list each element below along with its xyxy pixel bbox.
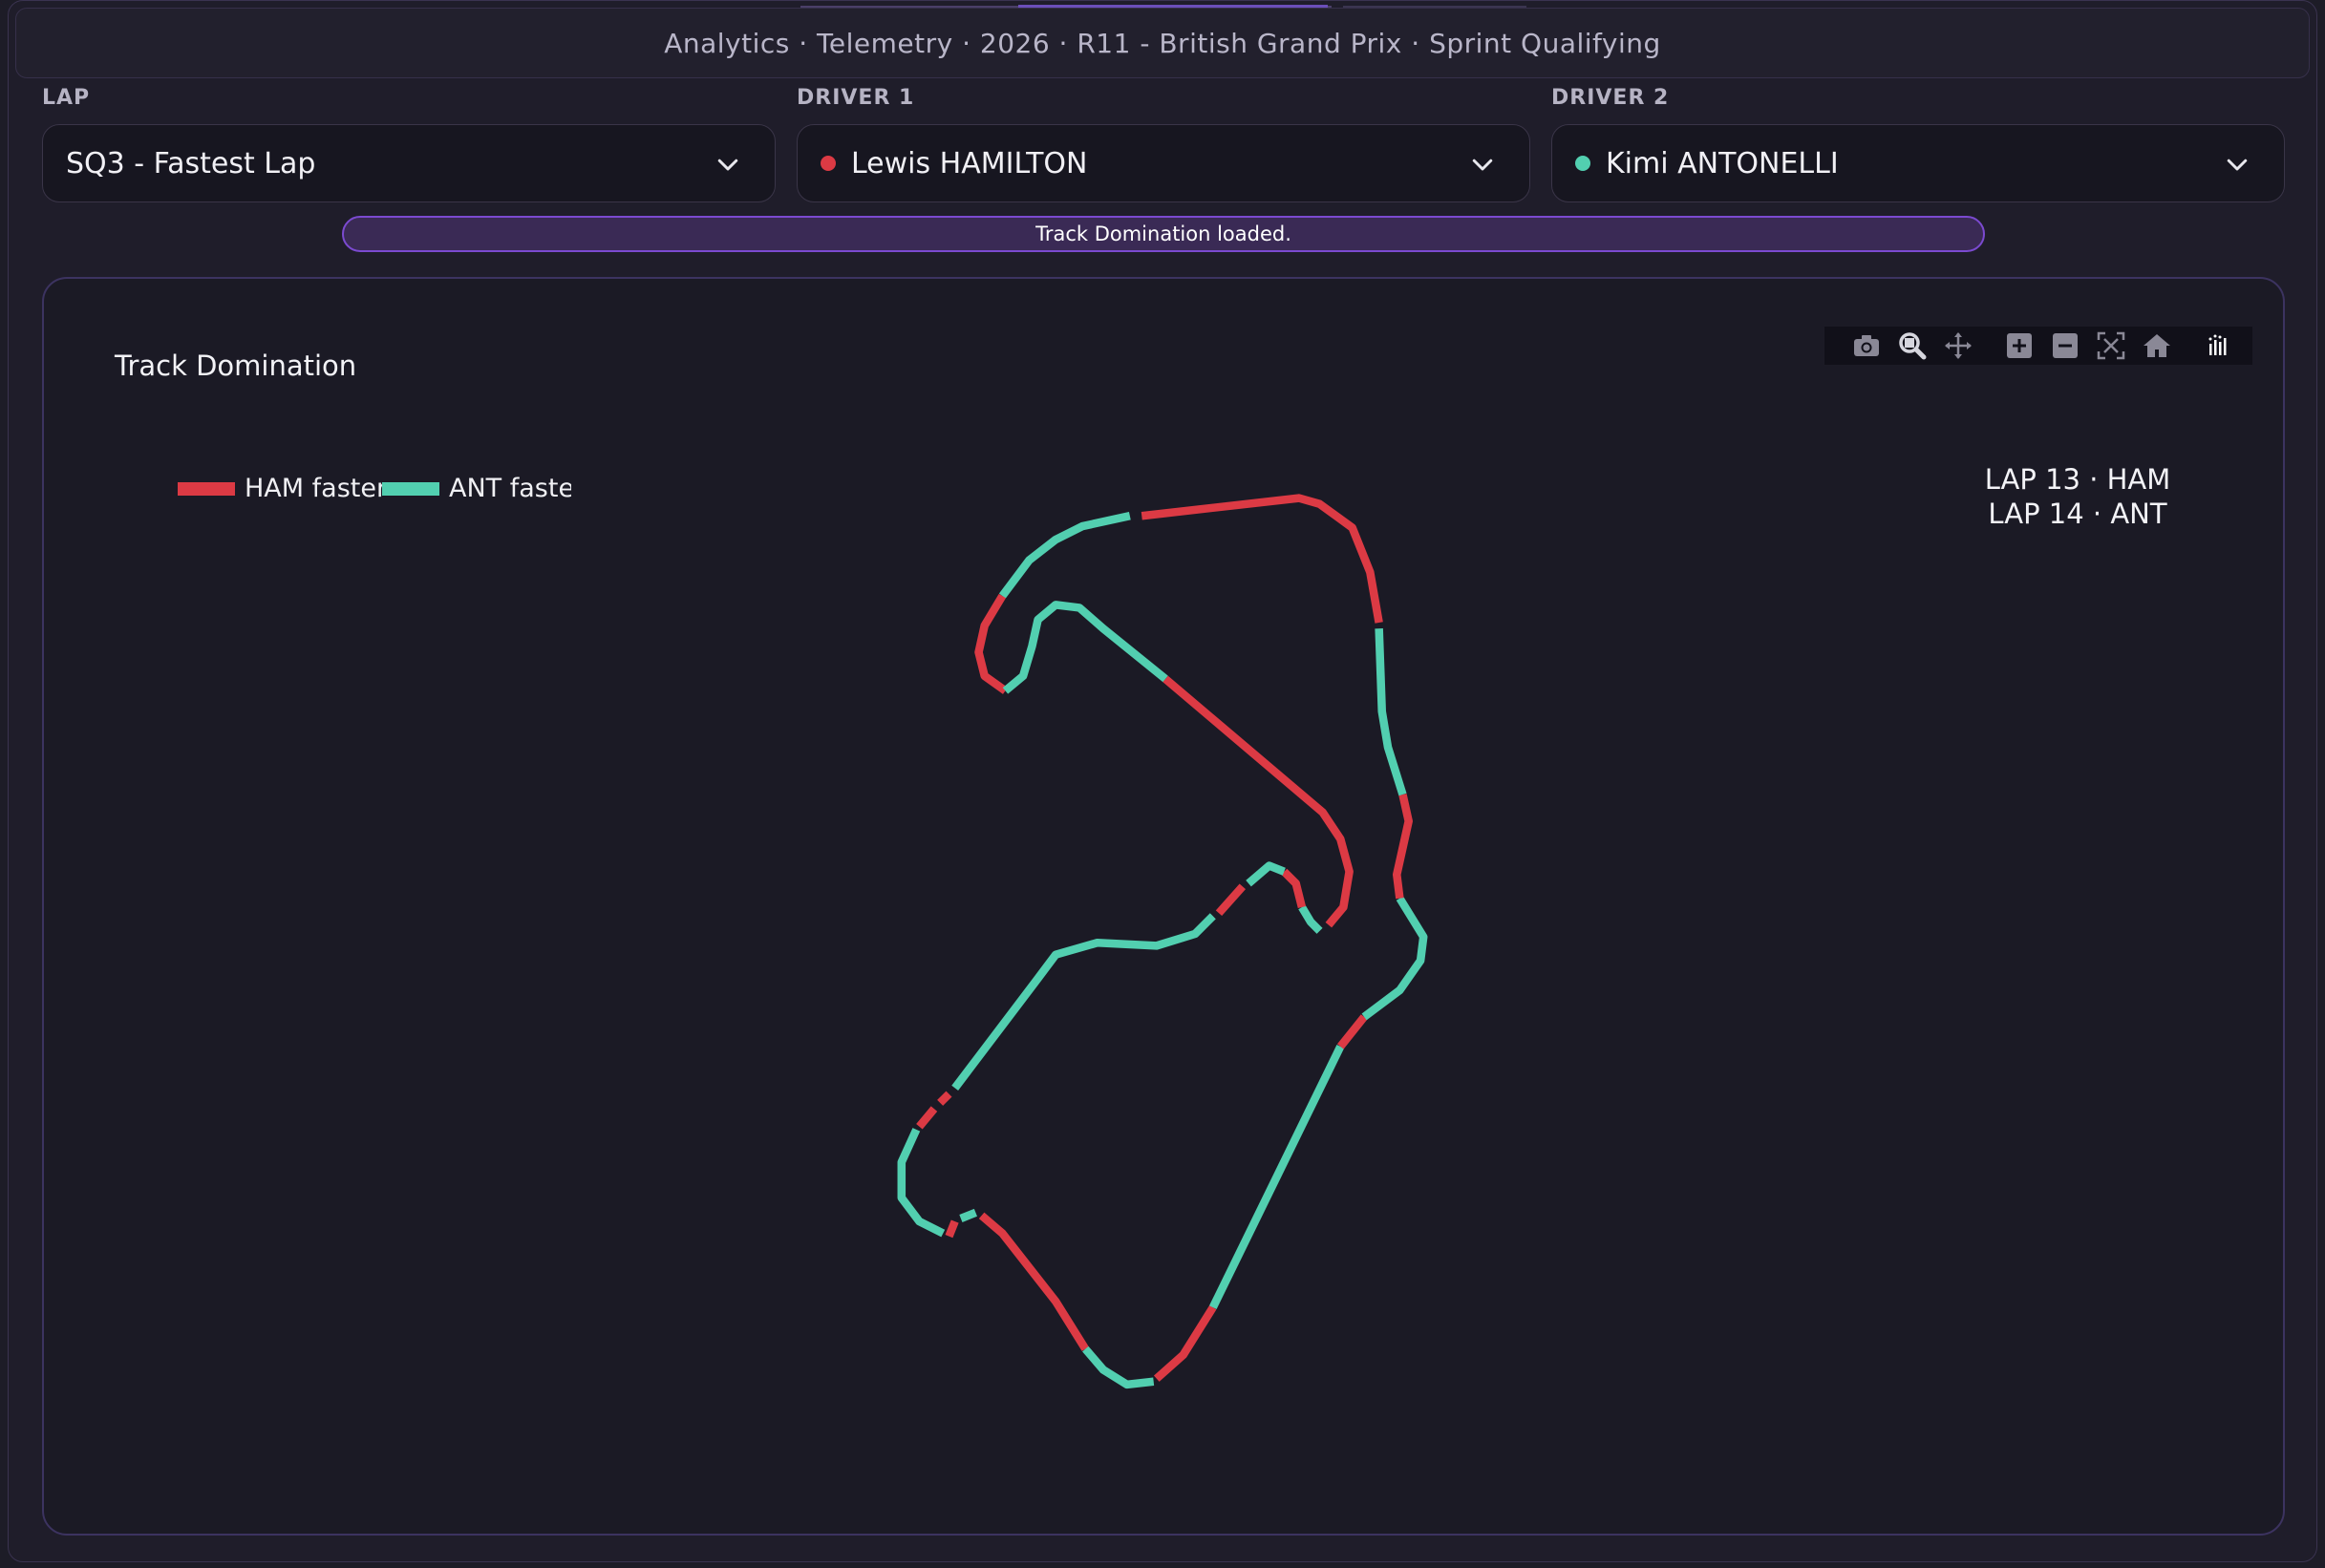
track-segment-ham[interactable]	[1392, 794, 1413, 900]
track-segment-ham[interactable]	[1281, 868, 1307, 909]
track-segment-ham[interactable]	[1141, 494, 1383, 624]
track-segment-ham[interactable]	[1215, 883, 1247, 917]
track-segment-ant[interactable]	[1208, 1045, 1345, 1310]
track-segment-ant[interactable]	[1082, 1346, 1155, 1389]
track-segment-ham[interactable]	[974, 593, 1008, 694]
track-segment-ant[interactable]	[959, 1208, 977, 1222]
track-map[interactable]	[0, 0, 2325, 1568]
track-segment-ham[interactable]	[937, 1091, 952, 1106]
track-segment-ant[interactable]	[1002, 601, 1168, 694]
track-segment-ham[interactable]	[916, 1106, 938, 1130]
track-segment-ant[interactable]	[1361, 896, 1428, 1021]
track-segment-ham[interactable]	[945, 1219, 959, 1239]
track-segment-ant[interactable]	[951, 913, 1216, 1091]
track-segment-ant[interactable]	[998, 512, 1131, 599]
track-segment-ant[interactable]	[897, 1128, 946, 1238]
track-segment-ant[interactable]	[1298, 904, 1323, 934]
track-segment-ham[interactable]	[1336, 1014, 1368, 1049]
track-segment-ham[interactable]	[1162, 675, 1354, 928]
track-segment-ant[interactable]	[1246, 861, 1286, 887]
track-segment-ant[interactable]	[1375, 628, 1407, 796]
track-segment-ham[interactable]	[978, 1212, 1089, 1351]
track-segment-ham[interactable]	[1153, 1304, 1217, 1382]
